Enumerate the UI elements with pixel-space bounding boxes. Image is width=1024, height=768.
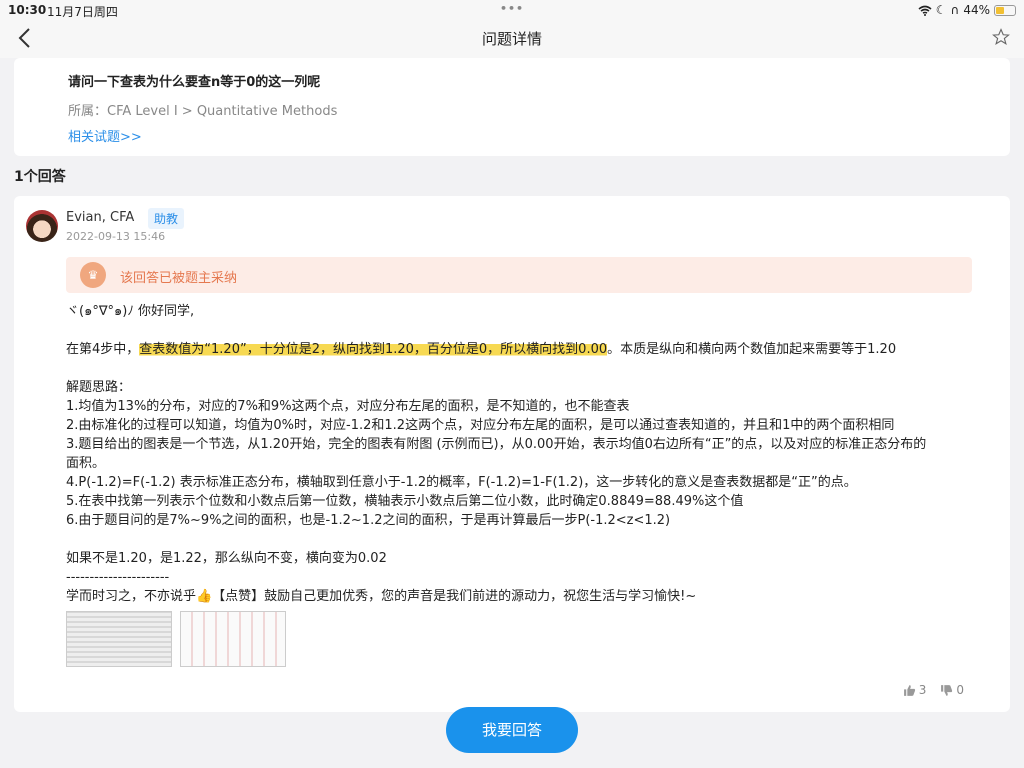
extra-note: 如果不是1.20，是1.22，那么纵向不变，横向变为0.02 xyxy=(66,551,387,566)
role-badge: 助教 xyxy=(148,208,185,229)
attachment-image-table[interactable] xyxy=(66,611,172,667)
step-5: 5.在表中找第一列表示个位数和小数点后第一位数，横轴表示小数点后第二位小数，此时… xyxy=(66,494,744,509)
closing-text: 学而时习之，不亦说乎👍【点赞】鼓励自己更加优秀，您的声音是我们前进的源动力，祝您… xyxy=(66,589,697,604)
battery-icon xyxy=(994,4,1016,16)
status-icons: ☾ ∩ 44% xyxy=(918,3,1016,17)
medal-icon: ♛ xyxy=(80,262,106,288)
step-3: 3.题目给出的图表是一个节选，从1.20开始，完全的图表有附图 (示例而已)，从… xyxy=(66,437,927,452)
question-card: 请问一下查表为什么要查n等于0的这一列呢 所属：CFA Level I > Qu… xyxy=(14,58,1010,156)
attachment-image-notes[interactable] xyxy=(180,611,286,667)
divider: ---------------------- xyxy=(66,570,170,585)
wifi-icon xyxy=(918,5,932,16)
navbar: 问题详情 xyxy=(0,20,1024,58)
answer-body: ヾ(๑°∇°๑)ﾉ 你好同学, 在第4步中，查表数值为“1.20”，十分位是2，… xyxy=(66,302,986,606)
step-2: 2.由标准化的过程可以知道，均值为0%时，对应-1.2和1.2这两个点，对应分布… xyxy=(66,418,895,433)
battery-percent: 44% xyxy=(963,3,990,17)
answers-count: 1个回答 xyxy=(14,169,66,185)
favorite-button[interactable] xyxy=(992,28,1012,48)
related-questions-link[interactable]: 相关试题>> xyxy=(68,126,142,145)
attachment-images xyxy=(66,611,286,667)
status-bar: 10:30 11月7日周四 ••• ☾ ∩ 44% xyxy=(0,0,1024,20)
like-count: 3 xyxy=(918,683,927,697)
answer-button[interactable]: 我要回答 xyxy=(446,707,578,753)
thumbs-up-icon xyxy=(903,684,915,696)
adopted-banner: ♛ 该回答已被题主采纳 xyxy=(66,257,972,293)
moon-icon: ☾ xyxy=(935,3,947,17)
dislike-count: 0 xyxy=(956,683,964,697)
headphones-icon: ∩ xyxy=(950,3,960,17)
status-time: 10:30 xyxy=(8,3,47,17)
highlighted-text: 查表数值为“1.20”，十分位是2，纵向找到1.20，百分位是0，所以横向找到0… xyxy=(139,342,608,357)
page-title: 问题详情 xyxy=(481,30,542,48)
greeting: ヾ(๑°∇°๑)ﾉ 你好同学, xyxy=(66,304,195,319)
step-1: 1.均值为13%的分布，对应的7%和9%这两个点，对应分布左尾的面积，是不知道的… xyxy=(66,399,630,414)
answer-card: Evian, CFA 助教 2022-09-13 15:46 ♛ 该回答已被题主… xyxy=(14,196,1010,712)
adopted-text: 该回答已被题主采纳 xyxy=(120,271,238,286)
paragraph-start: 在第4步中， xyxy=(66,342,140,357)
thumbs-down-icon xyxy=(941,684,953,696)
question-category: 所属：CFA Level I > Quantitative Methods xyxy=(68,104,338,119)
vote-bar: 3 0 xyxy=(903,683,964,697)
status-date: 11月7日周四 xyxy=(47,5,118,19)
paragraph-end: 。本质是纵向和横向两个数值加起来需要等于1.20 xyxy=(607,342,897,357)
dislike-button[interactable]: 0 xyxy=(940,683,964,697)
author-name: Evian, CFA xyxy=(66,210,135,225)
post-time: 2022-09-13 15:46 xyxy=(66,230,166,243)
like-button[interactable]: 3 xyxy=(903,683,927,697)
star-icon xyxy=(992,28,1010,45)
multitask-dots[interactable]: ••• xyxy=(500,2,524,15)
question-text: 请问一下查表为什么要查n等于0的这一列呢 xyxy=(68,75,321,90)
answer-paragraph: 在第4步中，查表数值为“1.20”，十分位是2，纵向找到1.20，百分位是0，所… xyxy=(66,340,986,359)
step-4: 4.P(-1.2)=F(-1.2) 表示标准正态分布，横轴取到任意小于-1.2的… xyxy=(66,475,857,490)
avatar[interactable] xyxy=(26,210,58,242)
step-3-continued: 面积。 xyxy=(66,456,106,471)
steps-title: 解题思路： xyxy=(66,380,132,395)
step-6: 6.由于题目问的是7%~9%之间的面积，也是-1.2~1.2之间的面积，于是再计… xyxy=(66,513,671,528)
